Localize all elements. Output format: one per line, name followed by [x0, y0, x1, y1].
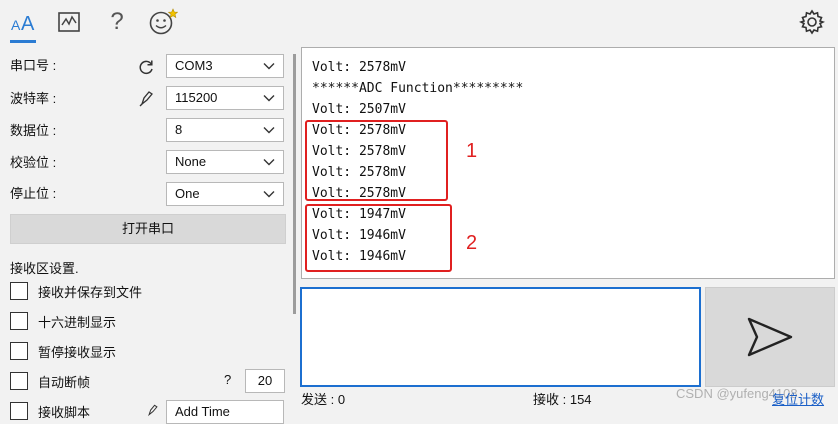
receive-settings-title: 接收区设置.	[10, 261, 79, 276]
receive-script-label: 接收脚本	[38, 404, 91, 420]
annotation-1: 1	[466, 140, 478, 162]
port-label: 串口号 :	[10, 58, 57, 73]
pen-icon[interactable]	[139, 89, 155, 110]
auto-frame-input[interactable]: 20	[245, 369, 285, 393]
svg-text:A: A	[11, 17, 21, 33]
active-tab-indicator	[10, 40, 36, 43]
toolbar: A A ?	[0, 0, 838, 44]
svg-text:A: A	[21, 13, 35, 34]
databits-value: 8	[175, 122, 183, 137]
hex-display-label: 十六进制显示	[38, 314, 117, 330]
baud-value: 115200	[175, 90, 218, 105]
left-panel-scrollbar[interactable]	[293, 54, 296, 314]
stopbits-value: One	[175, 186, 200, 201]
annotation-2: 2	[466, 232, 478, 254]
hex-display-row: 十六进制显示	[10, 310, 116, 332]
open-port-button[interactable]: 打开串口	[10, 214, 286, 244]
sent-count: 发送 : 0	[301, 392, 346, 407]
save-to-file-label: 接收并保存到文件	[38, 284, 143, 300]
receive-area[interactable]: Volt: 2578mV ******ADC Function*********…	[301, 47, 835, 279]
auto-frame-row: 自动断帧	[10, 370, 90, 392]
send-input[interactable]	[300, 287, 701, 387]
auto-frame-help[interactable]: ?	[224, 372, 231, 387]
log-line: Volt: 2578mV	[312, 60, 406, 75]
send-icon	[747, 317, 793, 357]
help-glyph: ?	[110, 8, 124, 35]
receive-script-select[interactable]: Add Time	[166, 400, 284, 424]
receive-script-checkbox[interactable]	[10, 402, 28, 420]
stopbits-label: 停止位 :	[10, 186, 57, 201]
pause-display-checkbox[interactable]	[10, 342, 28, 360]
chevron-down-icon	[263, 191, 275, 198]
chevron-down-icon	[263, 63, 275, 70]
databits-label: 数据位 :	[10, 123, 57, 138]
refresh-icon[interactable]	[137, 58, 155, 79]
reset-count-link[interactable]: 复位计数	[772, 391, 824, 409]
hex-display-checkbox[interactable]	[10, 312, 28, 330]
help-icon[interactable]: ?	[102, 8, 132, 36]
save-to-file-checkbox[interactable]	[10, 282, 28, 300]
pause-display-row: 暂停接收显示	[10, 340, 116, 362]
port-value: COM3	[175, 58, 213, 73]
baud-label: 波特率 :	[10, 91, 57, 106]
received-count: 接收 : 154	[533, 392, 592, 407]
highlight-box-2	[305, 204, 452, 272]
log-line: Volt: 2507mV	[312, 102, 406, 117]
parity-label: 校验位 :	[10, 155, 57, 170]
auto-frame-checkbox[interactable]	[10, 372, 28, 390]
parity-value: None	[175, 154, 207, 169]
chevron-down-icon	[263, 159, 275, 166]
font-size-icon[interactable]: A A	[8, 8, 38, 36]
smiley-icon[interactable]	[148, 8, 178, 36]
chevron-down-icon	[263, 127, 275, 134]
port-select[interactable]: COM3	[166, 54, 284, 78]
gear-icon[interactable]	[797, 8, 827, 36]
stopbits-select[interactable]: One	[166, 182, 284, 206]
save-to-file-row: 接收并保存到文件	[10, 280, 142, 302]
auto-frame-label: 自动断帧	[38, 374, 91, 390]
chart-icon[interactable]	[54, 8, 84, 36]
pause-display-label: 暂停接收显示	[38, 344, 117, 360]
parity-select[interactable]: None	[166, 150, 284, 174]
baud-select[interactable]: 115200	[166, 86, 284, 110]
log-line: ******ADC Function*********	[312, 81, 524, 96]
send-button[interactable]	[705, 287, 835, 387]
databits-select[interactable]: 8	[166, 118, 284, 142]
chevron-down-icon	[263, 95, 275, 102]
receive-script-row: 接收脚本	[10, 400, 90, 422]
highlight-box-1	[305, 120, 448, 201]
